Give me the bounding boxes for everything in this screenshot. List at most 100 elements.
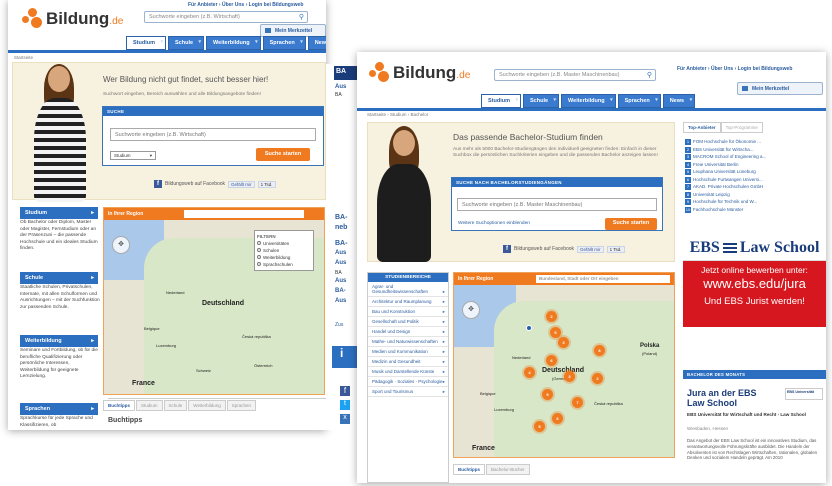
study-areas-header: STUDIENBEREICHE	[368, 273, 448, 282]
study-area-item[interactable]: Bau und Konstruktion	[368, 307, 448, 317]
back-side-peek: BA Aus BA BA- neb BA- Aus Aus BA Aus BA-…	[326, 64, 357, 430]
search-box-header: SUCHE NACH BACHELORSTUDIENGÄNGEN	[452, 178, 662, 187]
top-provider-item[interactable]: 8 Universität Leipzig	[685, 191, 825, 199]
map-cluster-pin[interactable]: 3	[558, 337, 569, 348]
nav-tab-weiterbildung[interactable]: Weiterbildung	[206, 36, 261, 50]
top-links[interactable]: Für Anbieter › Über Uns › Login bei Bild…	[677, 66, 792, 72]
study-area-item[interactable]: Sport und Tourismus	[368, 387, 448, 397]
filter-universitaeten[interactable]: Universitäten	[257, 240, 311, 247]
map-cluster-pin[interactable]: 8	[594, 345, 605, 356]
map-pan-control[interactable]: ✥	[462, 301, 480, 319]
nav-tab-studium[interactable]: Studium	[481, 94, 521, 108]
info-icon[interactable]: i	[332, 346, 357, 368]
map-location-marker[interactable]	[526, 325, 532, 331]
nav-tab-weiterbildung[interactable]: Weiterbildung	[561, 94, 616, 108]
tab-weiterbildung[interactable]: Weiterbildung	[188, 400, 226, 411]
tab-buchtipps[interactable]: Buchtipps	[453, 464, 485, 475]
map-search-input[interactable]: Bundesland, Stadt oder Ort eingeben	[536, 275, 670, 283]
map-cluster-pin[interactable]: 6	[546, 355, 557, 366]
top-links[interactable]: Für Anbieter › Über Uns › Login bei Bild…	[188, 2, 303, 8]
map-cluster-pin[interactable]: 9	[542, 389, 553, 400]
top-provider-item[interactable]: 4 Freie Universität Berlin	[685, 161, 825, 169]
map-cluster-pin[interactable]: 5	[550, 327, 561, 338]
bildung-logo[interactable]: Bildung.de	[369, 62, 470, 84]
map-cluster-pin[interactable]: 4	[524, 367, 535, 378]
top-provider-item[interactable]: 1 FOM Hochschule für Ökonomie ...	[685, 138, 825, 146]
top-provider-item[interactable]: 6 Hochschule Furtwangen Universi...	[685, 176, 825, 184]
nav-tab-studium[interactable]: Studium	[126, 36, 166, 50]
ebs-law-school-ad[interactable]: EBS Law School Jetzt online bewerben unte…	[683, 235, 826, 327]
map-cluster-pin[interactable]: 5	[534, 421, 545, 432]
breadcrumb[interactable]: Startseite › Studium › Bachelor	[367, 112, 428, 117]
top-provider-item[interactable]: 10 Fachhochschule Münster	[685, 206, 825, 214]
category-studium[interactable]: Studium	[20, 207, 98, 219]
nav-tab-schule[interactable]: Schule	[523, 94, 560, 108]
facebook-icon[interactable]: f	[340, 386, 350, 396]
top-provider-item[interactable]: 5 Leuphana Universität Lüneburg	[685, 168, 825, 176]
tab-studium[interactable]: Studium	[136, 400, 163, 411]
bachelor-of-month-title[interactable]: Jura an der EBS Law School	[687, 388, 757, 408]
bildung-logo[interactable]: Bildung.de	[22, 8, 123, 30]
top-provider-item[interactable]: 2 EBS Universität für Wirtscha...	[685, 146, 825, 154]
facebook-text[interactable]: Bildungsweb auf Facebook	[165, 181, 225, 187]
category-weiterbildung[interactable]: Weiterbildung	[20, 335, 98, 347]
area-select[interactable]: Studium ▾	[110, 151, 156, 160]
nav-tab-schule[interactable]: Schule	[168, 36, 205, 50]
search-input[interactable]: Suchworte eingeben (z.B. Wirtschaft) ⚲	[144, 11, 308, 23]
tab-bachelor-buecher[interactable]: Bachelor-Bücher	[486, 464, 530, 475]
nav-tab-sprachen[interactable]: Sprachen	[617, 94, 661, 108]
like-button[interactable]: Gefällt mir	[577, 245, 604, 253]
search-start-button[interactable]: Suche starten	[256, 148, 310, 161]
search-input[interactable]: Suchworte eingeben (z.B. Master Maschine…	[494, 69, 656, 81]
tab-top-programme[interactable]: Top-Programme	[720, 122, 763, 133]
map-cluster-pin[interactable]: 6	[552, 413, 563, 424]
search-icon[interactable]: ⚲	[299, 13, 304, 21]
category-sprachen[interactable]: Sprachen	[20, 403, 98, 415]
nav-tab-news[interactable]: News	[307, 36, 326, 50]
filter-weiterbildung[interactable]: Weiterbildung	[257, 254, 311, 261]
map-cluster-pin[interactable]: 2	[592, 373, 603, 384]
map-cluster-pin[interactable]: 7	[572, 397, 583, 408]
region-map[interactable]: In Ihrer Region Bundesland, Stadt oder Or…	[453, 272, 675, 458]
map-pan-control[interactable]: ✥	[112, 236, 130, 254]
search-start-button[interactable]: Suche starten	[605, 218, 657, 230]
study-area-item[interactable]: Pädagogik · Soziales · Psychologie	[368, 377, 448, 387]
region-map[interactable]: In Ihrer Region ✥ Nederland Deutschland …	[103, 207, 325, 395]
study-area-item[interactable]: Musik und Darstellende Künste	[368, 367, 448, 377]
category-weiterbildung-text: Seminare und Fortbildung, ob für die ber…	[20, 348, 98, 379]
study-area-item[interactable]: Gesellschaft und Politik	[368, 317, 448, 327]
xing-icon[interactable]: x	[340, 414, 350, 424]
study-area-item[interactable]: Medizin und Gesundheit	[368, 357, 448, 367]
filter-sprachschulen[interactable]: Sprachschulen	[257, 261, 311, 268]
map-cluster-pin[interactable]: 2	[546, 311, 557, 322]
search-box-input[interactable]: Suchworte eingeben (z.B. Wirtschaft)	[110, 128, 316, 141]
category-studium-text: Ob Bachelor oder Diplom, Master oder Mag…	[20, 220, 98, 251]
top-provider-item[interactable]: 7 AKAD. Private Hochschulen GmbH	[685, 183, 825, 191]
map-search-input[interactable]	[184, 210, 304, 218]
study-area-item[interactable]: Agrar- und Gesundheitswissenschaften	[368, 282, 448, 297]
tab-buchtipps[interactable]: Buchtipps	[103, 400, 135, 411]
facebook-icon[interactable]: f	[154, 180, 162, 188]
category-schule[interactable]: Schule	[20, 272, 98, 284]
study-area-item[interactable]: Medien und Kommunikation	[368, 347, 448, 357]
search-box-input[interactable]: Suchworte eingeben (z.B. Master Maschine…	[457, 198, 657, 211]
study-area-item[interactable]: Mathe- und Naturwissenschaften	[368, 337, 448, 347]
more-options-link[interactable]: Weitere Suchoptionen einblenden	[458, 221, 530, 226]
top-provider-item[interactable]: 9 Hochschule für Technik und W...	[685, 198, 825, 206]
nav-tab-sprachen[interactable]: Sprachen	[262, 36, 306, 50]
filter-schulen[interactable]: Schulen	[257, 247, 311, 254]
nav-tab-news[interactable]: News	[662, 94, 696, 108]
facebook-icon[interactable]: f	[503, 245, 511, 253]
twitter-icon[interactable]: t	[340, 400, 350, 410]
tab-schule[interactable]: Schule	[163, 400, 188, 411]
study-area-item[interactable]: Architektur und Raumplanung	[368, 297, 448, 307]
top-provider-item[interactable]: 3 MACROM School of Engineering a...	[685, 153, 825, 161]
tab-sprachen[interactable]: Sprachen	[226, 400, 256, 411]
map-cluster-pin[interactable]: 3	[564, 371, 575, 382]
tab-top-anbieter[interactable]: Top-Anbieter	[683, 122, 721, 133]
search-icon[interactable]: ⚲	[647, 71, 652, 79]
study-area-item[interactable]: Handel und Design	[368, 327, 448, 337]
facebook-text[interactable]: Bildungsweb auf Facebook	[514, 246, 574, 252]
like-button[interactable]: Gefällt mir	[228, 180, 255, 188]
merkzettel-button[interactable]: Mein Merkzettel	[737, 82, 823, 95]
